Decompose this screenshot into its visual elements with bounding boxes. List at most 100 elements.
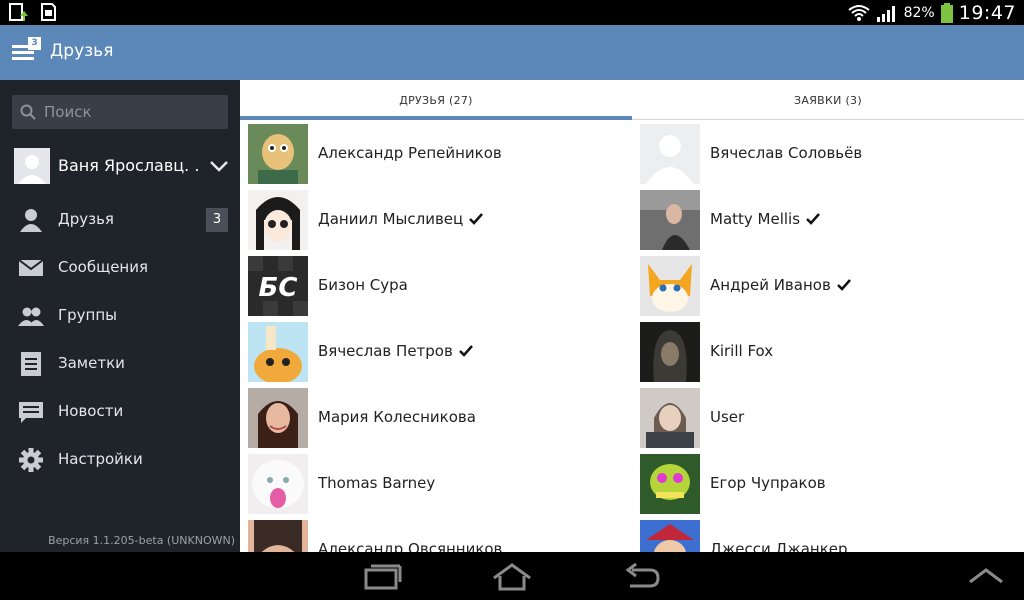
list-item[interactable]: Александр Репейников (248, 124, 640, 190)
sidebar-menu: Друзья 3 Сообщения Группы Заметки Новост… (0, 196, 240, 484)
profile-header[interactable]: Ваня Ярославц. . (0, 142, 240, 192)
verified-check-icon (806, 213, 820, 225)
avatar (248, 124, 308, 184)
avatar (14, 148, 50, 184)
avatar (248, 388, 308, 448)
avatar (640, 520, 700, 552)
hooded-avatar-image (640, 322, 700, 382)
cartoon-avatar-image (248, 124, 308, 184)
friends-list-left: Александр Репейников Даниил Мысливец БС … (248, 124, 640, 552)
friend-name: Вячеслав Соловьёв (710, 144, 863, 162)
sidebar-item-messages[interactable]: Сообщения (0, 244, 240, 292)
sidebar-item-label: Группы (58, 306, 118, 324)
sidebar-item-label: Настройки (58, 450, 143, 468)
verified-check-icon (836, 279, 851, 291)
avatar: БС (248, 256, 308, 316)
home-icon[interactable] (492, 562, 532, 592)
sidebar-item-label: Друзья (58, 210, 114, 228)
envelope-icon (18, 259, 44, 276)
list-item[interactable]: Kirill Fox (640, 322, 1024, 388)
sidebar-item-label: Сообщения (58, 258, 149, 276)
recent-apps-icon[interactable] (362, 562, 402, 592)
tab-bar: ДРУЗЬЯ (27) ЗАЯВКИ (3) (240, 80, 1024, 120)
list-item[interactable]: Егор Чупраков (640, 454, 1024, 520)
sidebar: Ваня Ярославц. . Друзья 3 Сообщения (0, 80, 240, 552)
wifi-icon (847, 4, 870, 21)
cartoon-avatar-image (640, 520, 700, 552)
friend-name: Александр Овсянников (318, 540, 503, 552)
avatar (640, 454, 700, 514)
search-icon (20, 104, 36, 120)
list-item[interactable]: Александр Овсянников (248, 520, 640, 552)
anime-avatar-image (248, 520, 308, 552)
search-box[interactable] (12, 95, 228, 129)
friend-name: User (710, 408, 745, 426)
tab-friends[interactable]: ДРУЗЬЯ (27) (240, 80, 632, 120)
sidebar-item-groups[interactable]: Группы (0, 292, 240, 340)
cartoon-fox-avatar-image (640, 256, 700, 316)
tab-requests[interactable]: ЗАЯВКИ (3) (632, 80, 1024, 120)
friend-name: Kirill Fox (710, 342, 774, 360)
notes-icon (21, 352, 41, 376)
person-icon (20, 209, 42, 232)
list-item[interactable]: Даниил Мысливец (248, 190, 640, 256)
text-logo-avatar-image: БС (248, 256, 308, 316)
avatar-logo-text: БС (259, 273, 298, 303)
list-item[interactable]: Matty Mellis (640, 190, 1024, 256)
list-item[interactable]: Вячеслав Соловьёв (640, 124, 1024, 190)
avatar (248, 190, 308, 250)
sidebar-item-label: Заметки (58, 354, 125, 372)
sidebar-item-friends[interactable]: Друзья 3 (0, 196, 240, 244)
friend-name: Matty Mellis (710, 210, 801, 228)
list-item[interactable]: User (640, 388, 1024, 454)
battery-percent: 82% (903, 4, 935, 21)
avatar (640, 256, 700, 316)
menu-badge: 3 (28, 37, 41, 50)
avatar (640, 124, 700, 184)
system-nav-bar (0, 552, 1024, 600)
avatar (248, 520, 308, 552)
chevron-down-icon[interactable] (208, 156, 230, 176)
verified-check-icon (469, 213, 484, 225)
list-item[interactable]: Мария Колесникова (248, 388, 640, 454)
friend-name: Вячеслав Петров (318, 342, 453, 360)
portrait-avatar-image (248, 388, 308, 448)
gear-icon (19, 448, 43, 472)
avatar (640, 388, 700, 448)
chevron-up-icon[interactable] (966, 562, 1006, 592)
list-item[interactable]: Джесси Джанкер (640, 520, 1024, 552)
group-icon (18, 307, 44, 326)
upload-notification-icon (9, 3, 28, 21)
search-input[interactable] (44, 95, 224, 129)
anime-soldier-avatar-image (640, 388, 700, 448)
list-item[interactable]: Thomas Barney (248, 454, 640, 520)
app-bar: 3 Друзья (0, 25, 1024, 80)
friend-name: Александр Репейников (318, 144, 502, 162)
sd-card-icon (41, 3, 56, 21)
anime-avatar-image (248, 190, 308, 250)
default-avatar-icon (14, 148, 50, 184)
friend-name: Мария Колесникова (318, 408, 476, 426)
list-item[interactable]: Андрей Иванов (640, 256, 1024, 322)
default-avatar-icon (640, 124, 700, 184)
profile-name: Ваня Ярославц. . (58, 156, 200, 175)
friend-name: Даниил Мысливец (318, 210, 464, 228)
tab-indicator (240, 116, 632, 120)
list-item[interactable]: БС Бизон Сура (248, 256, 640, 322)
friends-content: ДРУЗЬЯ (27) ЗАЯВКИ (3) Александр Репейни… (240, 80, 1024, 552)
sidebar-item-settings[interactable]: Настройки (0, 436, 240, 484)
avatar (640, 190, 700, 250)
list-item[interactable]: Вячеслав Петров (248, 322, 640, 388)
avatar (248, 322, 308, 382)
friends-count-badge: 3 (206, 208, 228, 232)
verified-check-icon (458, 345, 473, 357)
friend-name: Бизон Сура (318, 276, 408, 294)
cat-avatar-image (248, 454, 308, 514)
sidebar-item-news[interactable]: Новости (0, 388, 240, 436)
page-title: Друзья (50, 41, 114, 61)
friend-name: Егор Чупраков (710, 474, 826, 492)
back-icon[interactable] (622, 562, 662, 592)
friend-name: Андрей Иванов (710, 276, 831, 294)
sidebar-item-notes[interactable]: Заметки (0, 340, 240, 388)
friend-name: Thomas Barney (318, 474, 436, 492)
